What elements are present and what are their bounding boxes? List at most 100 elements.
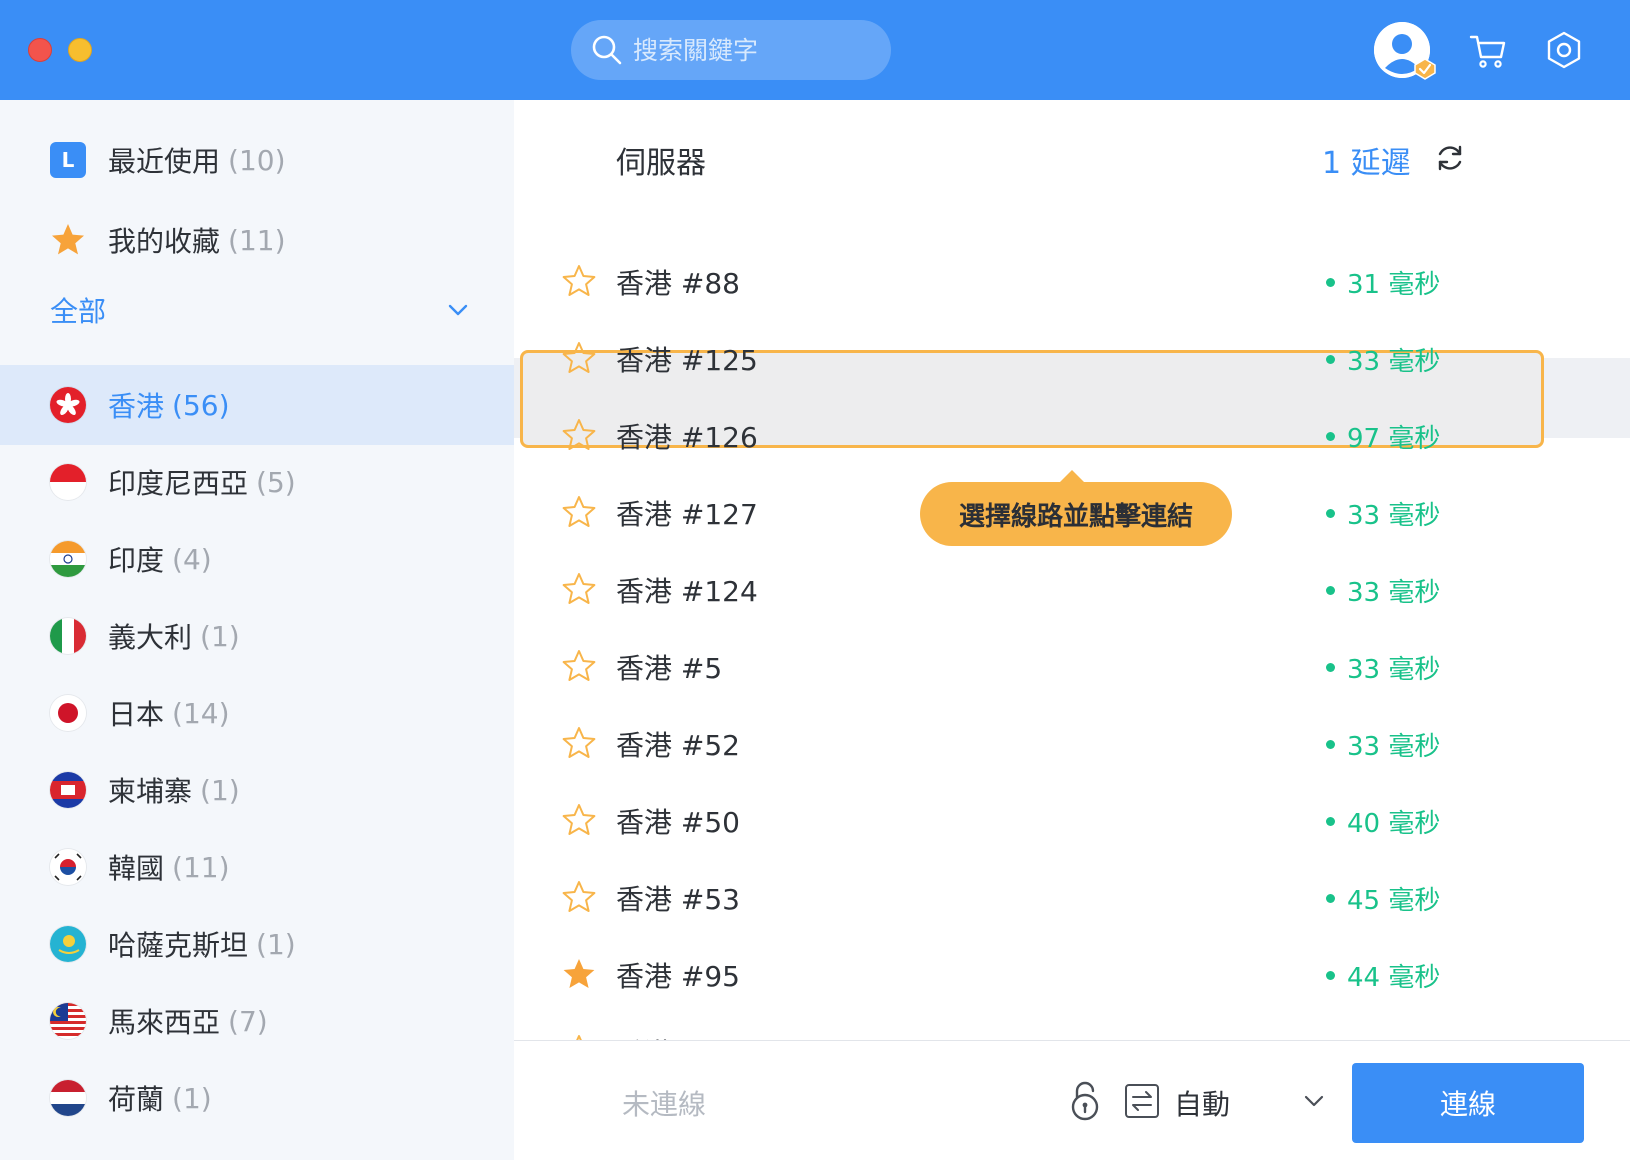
flag-my-icon bbox=[50, 1003, 86, 1039]
server-row[interactable]: 香港 #95 44 毫秒 bbox=[514, 935, 1630, 1015]
sidebar-item-count: (10) bbox=[228, 143, 286, 177]
server-name: 香港 #52 bbox=[616, 729, 740, 762]
chevron-down-icon bbox=[448, 304, 468, 316]
region-filter-dropdown[interactable]: 全部 bbox=[50, 270, 470, 350]
latency-status-dot bbox=[1326, 508, 1335, 518]
sidebar-item-country[interactable]: 柬埔寨 (1) bbox=[0, 750, 514, 830]
server-row[interactable]: 香港 #52 33 毫秒 bbox=[514, 704, 1630, 784]
latency-value: 40 毫秒 bbox=[1347, 808, 1441, 839]
latency-status-dot bbox=[1326, 739, 1335, 749]
latency-value: 31 毫秒 bbox=[1347, 269, 1441, 300]
latency-value: 97 毫秒 bbox=[1347, 423, 1441, 454]
connect-button[interactable]: 連線 bbox=[1352, 1063, 1584, 1143]
flag-jp-icon bbox=[50, 695, 86, 731]
refresh-icon[interactable] bbox=[1434, 142, 1466, 174]
latency-status-dot bbox=[1326, 354, 1335, 364]
title-bar bbox=[0, 0, 1630, 100]
star-outline-icon[interactable] bbox=[562, 341, 596, 375]
server-name: 香港 #125 bbox=[616, 344, 758, 377]
star-outline-icon[interactable] bbox=[562, 495, 596, 529]
country-label: 印度 bbox=[108, 544, 165, 577]
country-count: (1) bbox=[172, 1081, 212, 1115]
minimize-window-button[interactable] bbox=[68, 38, 92, 62]
country-label: 柬埔寨 bbox=[108, 775, 193, 808]
sidebar-item-country[interactable]: 印度尼西亞 (5) bbox=[0, 442, 514, 522]
server-name: 香港 #124 bbox=[616, 575, 758, 608]
country-label: 印度尼西亞 bbox=[108, 467, 249, 500]
latency-status-dot bbox=[1326, 585, 1335, 595]
flag-id-icon bbox=[50, 464, 86, 500]
vip-badge-icon bbox=[1414, 58, 1436, 80]
sidebar-item-recent[interactable]: L 最近使用 (10) bbox=[0, 120, 514, 200]
star-filled-icon[interactable] bbox=[562, 957, 596, 991]
protocol-switch-icon[interactable] bbox=[1124, 1083, 1160, 1119]
server-name: 香港 #88 bbox=[616, 267, 740, 300]
server-list-panel: 伺服器 1 延遲 香港 #88 31 毫秒 香港 #125 33 毫秒 香港 #126 9… bbox=[514, 100, 1630, 1040]
sidebar-item-country[interactable]: 馬來西亞 (7) bbox=[0, 981, 514, 1061]
server-row[interactable]: 香港 #50 40 毫秒 bbox=[514, 781, 1630, 861]
latency-value: 44 毫秒 bbox=[1347, 962, 1441, 993]
latency-status-dot bbox=[1326, 970, 1335, 980]
settings-icon[interactable] bbox=[1544, 30, 1584, 70]
protocol-label[interactable]: 自動 bbox=[1174, 1083, 1230, 1123]
star-outline-icon[interactable] bbox=[562, 418, 596, 452]
server-row[interactable]: 香港 #126 97 毫秒 bbox=[514, 396, 1630, 476]
server-row[interactable]: 香港 #54 51 毫秒 bbox=[514, 1012, 1630, 1040]
star-outline-icon[interactable] bbox=[562, 264, 596, 298]
server-latency: 33 毫秒 bbox=[1326, 473, 1440, 553]
close-window-button[interactable] bbox=[28, 38, 52, 62]
server-name: 香港 #54 bbox=[616, 1012, 740, 1040]
latency-value: 33 毫秒 bbox=[1347, 500, 1441, 531]
region-filter-label: 全部 bbox=[50, 295, 107, 328]
country-count: (4) bbox=[172, 542, 212, 576]
country-label: 義大利 bbox=[108, 621, 193, 654]
cart-icon[interactable] bbox=[1468, 30, 1508, 70]
server-row[interactable]: 香港 #124 33 毫秒 bbox=[514, 550, 1630, 630]
latency-status-dot bbox=[1326, 816, 1335, 826]
server-row[interactable]: 香港 #88 31 毫秒 bbox=[514, 242, 1630, 322]
latency-value: 45 毫秒 bbox=[1347, 885, 1441, 916]
tooltip-text: 選擇線路並點擊連結 bbox=[958, 501, 1193, 532]
country-label: 哈薩克斯坦 bbox=[108, 929, 249, 962]
sidebar-item-favorites[interactable]: 我的收藏 (11) bbox=[0, 200, 514, 280]
server-name: 香港 #126 bbox=[616, 421, 758, 454]
star-outline-icon[interactable] bbox=[562, 572, 596, 606]
country-count: (56) bbox=[172, 388, 230, 422]
search-box[interactable] bbox=[571, 20, 891, 80]
server-name: 香港 #53 bbox=[616, 883, 740, 916]
country-count: (5) bbox=[256, 465, 296, 499]
server-row[interactable]: 香港 #5 33 毫秒 bbox=[514, 627, 1630, 707]
server-name: 香港 #95 bbox=[616, 960, 740, 993]
user-avatar[interactable] bbox=[1374, 22, 1436, 80]
column-header-server[interactable]: 伺服器 bbox=[616, 138, 706, 182]
star-outline-icon[interactable] bbox=[562, 726, 596, 760]
star-outline-icon[interactable] bbox=[562, 803, 596, 837]
star-outline-icon[interactable] bbox=[562, 649, 596, 683]
sidebar: L 最近使用 (10) 我的收藏 (11) 全部 香港 (56) 印度尼西亞 (… bbox=[0, 100, 514, 1160]
search-input[interactable] bbox=[633, 35, 863, 65]
latency-value: 33 毫秒 bbox=[1347, 577, 1441, 608]
sidebar-item-country[interactable]: 香港 (56) bbox=[0, 365, 514, 445]
connect-hint-tooltip: 選擇線路並點擊連結 bbox=[920, 470, 1232, 546]
latency-status-dot bbox=[1326, 431, 1335, 441]
star-outline-icon[interactable] bbox=[562, 880, 596, 914]
server-row[interactable]: 香港 #53 45 毫秒 bbox=[514, 858, 1630, 938]
server-name: 香港 #50 bbox=[616, 806, 740, 839]
sidebar-item-country[interactable]: 哈薩克斯坦 (1) bbox=[0, 904, 514, 984]
sidebar-item-country[interactable]: 義大利 (1) bbox=[0, 596, 514, 676]
country-label: 馬來西亞 bbox=[108, 1006, 221, 1039]
flag-hk-icon bbox=[50, 387, 86, 423]
latency-status-dot bbox=[1326, 893, 1335, 903]
sidebar-item-country[interactable]: 韓國 (11) bbox=[0, 827, 514, 907]
server-latency: 40 毫秒 bbox=[1326, 781, 1440, 861]
chevron-down-icon[interactable] bbox=[1302, 1089, 1326, 1113]
sidebar-item-country[interactable]: 印度 (4) bbox=[0, 519, 514, 599]
sidebar-item-country[interactable]: 日本 (14) bbox=[0, 673, 514, 753]
server-latency: 33 毫秒 bbox=[1326, 319, 1440, 399]
lock-icon[interactable] bbox=[1068, 1081, 1102, 1121]
server-row[interactable]: 香港 #125 33 毫秒 bbox=[514, 319, 1630, 399]
star-filled-icon bbox=[52, 224, 84, 255]
server-latency: 44 毫秒 bbox=[1326, 935, 1440, 1015]
column-header-latency[interactable]: 1 延遲 bbox=[1322, 138, 1411, 182]
sidebar-item-country[interactable]: 荷蘭 (1) bbox=[0, 1058, 514, 1138]
